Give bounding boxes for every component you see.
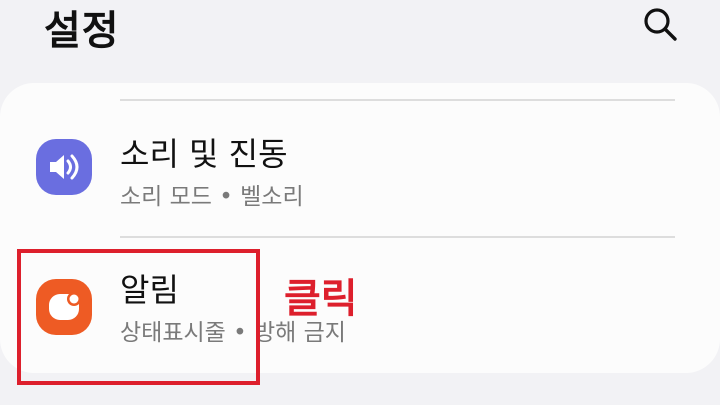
sound-vibration-icon <box>36 139 92 195</box>
search-icon <box>644 8 677 41</box>
header-bar: 설정 <box>0 0 720 60</box>
settings-item-sound-vibration[interactable]: 소리 및 진동 소리 모드 • 벨소리 <box>0 103 720 223</box>
settings-item-title: 소리 및 진동 <box>120 135 288 173</box>
page-title: 설정 <box>44 8 120 54</box>
search-button[interactable] <box>640 4 680 44</box>
click-annotation: 클릭 <box>284 276 358 322</box>
divider <box>120 236 675 238</box>
settings-item-subtitle: 소리 모드 • 벨소리 <box>120 184 304 210</box>
click-highlight-box <box>17 249 260 385</box>
divider <box>120 99 675 101</box>
